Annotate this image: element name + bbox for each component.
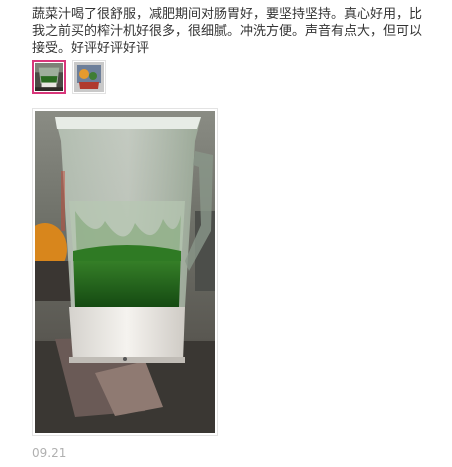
review-date: 09.21 (32, 446, 67, 460)
juicer-photo-thumbnail-icon (35, 63, 63, 91)
fruit-photo-thumbnail-icon (74, 62, 104, 92)
review-thumbnails (32, 60, 106, 94)
review-main-photo[interactable] (32, 108, 218, 436)
thumbnail-2[interactable] (72, 60, 106, 94)
review-item: 蔬菜汁喝了很舒服，减肥期间对肠胃好，要坚持坚持。真心好用，比我之前买的榨汁机好很… (32, 6, 422, 57)
blender-green-juice-photo-icon (35, 111, 215, 433)
review-text: 蔬菜汁喝了很舒服，减肥期间对肠胃好，要坚持坚持。真心好用，比我之前买的榨汁机好很… (32, 7, 423, 56)
thumbnail-1[interactable] (32, 60, 66, 94)
